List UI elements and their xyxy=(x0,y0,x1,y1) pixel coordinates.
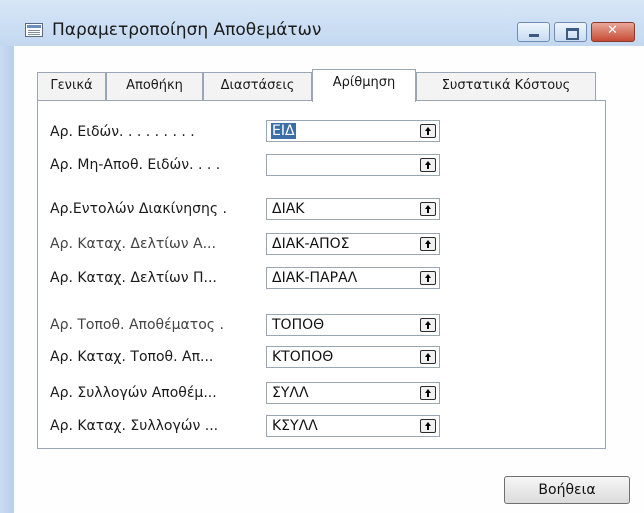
nonstock-items-nos-input[interactable] xyxy=(266,154,440,176)
registered-picks-nos-input[interactable]: ΚΣΥΛΛ xyxy=(266,415,440,437)
lookup-arrow-icon[interactable] xyxy=(420,202,436,216)
field-value: ΔΙΑΚ-ΠΑΡΑΛ xyxy=(272,270,358,286)
lookup-arrow-icon[interactable] xyxy=(420,237,436,251)
field-value: ΣΥΛΛ xyxy=(272,385,309,401)
tab-general[interactable]: Γενικά xyxy=(37,72,106,100)
field-value: ΕΙΔ xyxy=(271,123,296,139)
field-label-put-aways: Αρ. Τοποθ. Αποθέματος . xyxy=(50,317,224,333)
field-label-registered-put-aways: Αρ. Καταχ. Τοποθ. Απ... xyxy=(50,349,214,365)
transfer-orders-nos-input[interactable]: ΔΙΑΚ xyxy=(266,198,440,220)
minimize-button[interactable] xyxy=(517,22,550,42)
field-label-picks: Αρ. Συλλογών Αποθέμ... xyxy=(50,385,217,401)
field-label-items: Αρ. Ειδών. . . . . . . . . xyxy=(50,124,195,140)
field-label-posted-receipts: Αρ. Καταχ. Δελτίων Π... xyxy=(50,270,217,286)
field-value: ΔΙΑΚ-ΑΠΟΣ xyxy=(272,236,350,252)
help-button[interactable]: Βοήθεια xyxy=(504,476,630,504)
field-value: ΤΟΠΟΘ xyxy=(272,317,325,333)
tab-cost-components[interactable]: Συστατικά Κόστους xyxy=(416,72,596,100)
put-aways-nos-input[interactable]: ΤΟΠΟΘ xyxy=(266,314,440,336)
dialog-window: Παραμετροποίηση Αποθεμάτων Γενικά Αποθήκ… xyxy=(0,0,644,513)
registered-put-aways-nos-input[interactable]: ΚΤΟΠΟΘ xyxy=(266,346,440,368)
field-label-nonstock-items: Αρ. Μη-Αποθ. Ειδών. . . . xyxy=(50,157,221,173)
field-value: ΚΣΥΛΛ xyxy=(272,418,318,434)
lookup-arrow-icon[interactable] xyxy=(420,386,436,400)
title-bar[interactable]: Παραμετροποίηση Αποθεμάτων xyxy=(0,0,644,46)
window-left-border xyxy=(0,0,14,513)
field-value: ΔΙΑΚ xyxy=(272,201,305,217)
window-title: Παραμετροποίηση Αποθεμάτων xyxy=(52,20,322,40)
posted-receipts-nos-input[interactable]: ΔΙΑΚ-ΠΑΡΑΛ xyxy=(266,267,440,289)
lookup-arrow-icon[interactable] xyxy=(420,419,436,433)
tab-dimensions[interactable]: Διαστάσεις xyxy=(203,72,312,100)
field-label-transfer-orders: Αρ.Εντολών Διακίνησης . xyxy=(50,201,227,217)
field-label-posted-shipments: Αρ. Καταχ. Δελτίων Α... xyxy=(50,236,216,252)
lookup-arrow-icon[interactable] xyxy=(420,124,436,138)
form-icon xyxy=(25,23,43,37)
lookup-arrow-icon[interactable] xyxy=(420,350,436,364)
lookup-arrow-icon[interactable] xyxy=(420,158,436,172)
picks-nos-input[interactable]: ΣΥΛΛ xyxy=(266,382,440,404)
lookup-arrow-icon[interactable] xyxy=(420,271,436,285)
close-button[interactable] xyxy=(591,22,635,42)
tab-warehouse[interactable]: Αποθήκη xyxy=(106,72,203,100)
field-value: ΚΤΟΠΟΘ xyxy=(272,349,334,365)
posted-shipments-nos-input[interactable]: ΔΙΑΚ-ΑΠΟΣ xyxy=(266,233,440,255)
field-label-registered-picks: Αρ. Καταχ. Συλλογών ... xyxy=(50,418,219,434)
items-nos-input[interactable]: ΕΙΔ xyxy=(266,120,440,142)
maximize-button[interactable] xyxy=(554,22,587,42)
lookup-arrow-icon[interactable] xyxy=(420,318,436,332)
tab-numbering[interactable]: Αρίθμηση xyxy=(312,69,416,102)
